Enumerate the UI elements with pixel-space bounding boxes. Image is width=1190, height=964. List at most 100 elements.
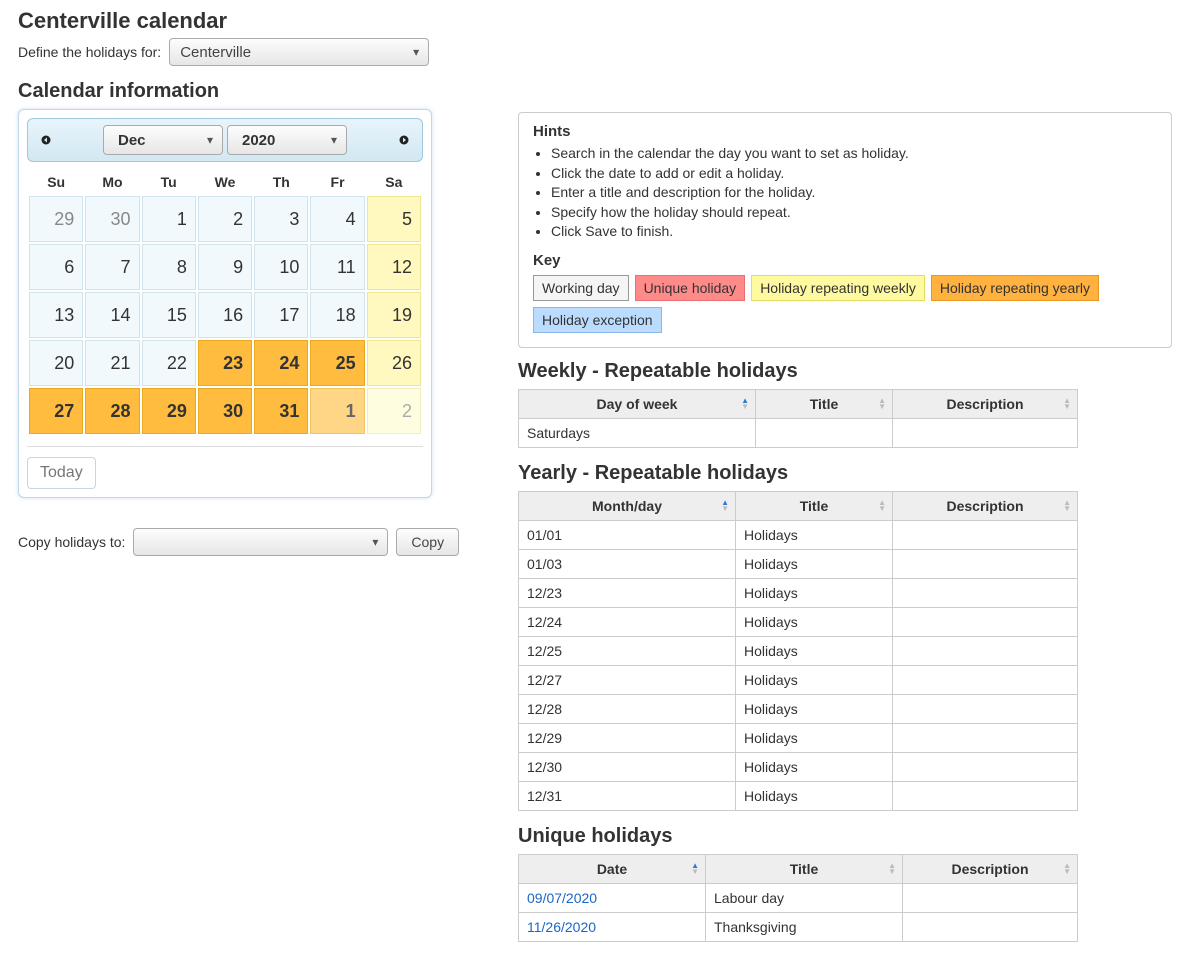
calendar-day-cell[interactable]: 17	[254, 292, 308, 338]
unique-cell-date: 09/07/2020	[519, 883, 706, 912]
yearly-cell-desc	[893, 694, 1078, 723]
unique-col-date[interactable]: Date ▲▼	[519, 854, 706, 883]
calendar-day-cell[interactable]: 14	[85, 292, 139, 338]
yearly-cell-title: Holidays	[736, 607, 893, 636]
table-row[interactable]: 09/07/2020 Labour day	[519, 883, 1078, 912]
yearly-cell-md: 12/25	[519, 636, 736, 665]
yearly-cell-md: 12/27	[519, 665, 736, 694]
calendar-day-cell[interactable]: 22	[142, 340, 196, 386]
calendar-day-cell[interactable]: 26	[367, 340, 421, 386]
table-row[interactable]: 01/01Holidays	[519, 520, 1078, 549]
copy-to-select[interactable]	[133, 528, 388, 556]
unique-col-desc[interactable]: Description ▲▼	[903, 854, 1078, 883]
calendar-day-cell[interactable]: 29	[29, 196, 83, 242]
calendar-day-cell[interactable]: 8	[142, 244, 196, 290]
hints-box: Hints Search in the calendar the day you…	[518, 112, 1172, 348]
calendar-day-cell[interactable]: 30	[198, 388, 252, 434]
hints-item: Click the date to add or edit a holiday.	[551, 164, 1157, 184]
table-row[interactable]: 12/23Holidays	[519, 578, 1078, 607]
hints-title: Hints	[533, 123, 1157, 140]
hints-item: Click Save to finish.	[551, 222, 1157, 242]
yearly-cell-md: 01/01	[519, 520, 736, 549]
calendar-day-cell[interactable]: 4	[310, 196, 364, 242]
calendar-day-cell[interactable]: 28	[85, 388, 139, 434]
yearly-col-md[interactable]: Month/day ▲▼	[519, 491, 736, 520]
unique-col-title[interactable]: Title ▲▼	[706, 854, 903, 883]
key-unique-holiday: Unique holiday	[635, 275, 746, 301]
calendar-day-cell[interactable]: 3	[254, 196, 308, 242]
table-row[interactable]: 12/30Holidays	[519, 752, 1078, 781]
calendar-day-cell[interactable]: 6	[29, 244, 83, 290]
yearly-col-title[interactable]: Title ▲▼	[736, 491, 893, 520]
calendar-day-cell[interactable]: 16	[198, 292, 252, 338]
yearly-cell-md: 12/30	[519, 752, 736, 781]
calendar-day-cell[interactable]: 27	[29, 388, 83, 434]
calendar-day-cell[interactable]: 20	[29, 340, 83, 386]
yearly-cell-desc	[893, 781, 1078, 810]
calendar-day-cell[interactable]: 7	[85, 244, 139, 290]
calendar-month-select[interactable]: Dec	[103, 125, 223, 155]
calendar-day-cell[interactable]: 15	[142, 292, 196, 338]
weekly-cell-desc	[893, 418, 1078, 447]
yearly-table: Month/day ▲▼ Title ▲▼ Description ▲▼ 01/…	[518, 491, 1078, 811]
calendar-day-cell[interactable]: 2	[198, 196, 252, 242]
table-row[interactable]: 11/26/2020Thanksgiving	[519, 912, 1078, 941]
hints-item: Specify how the holiday should repeat.	[551, 203, 1157, 223]
calendar-next-button[interactable]	[394, 130, 414, 150]
calendar-day-cell[interactable]: 19	[367, 292, 421, 338]
table-row[interactable]: 12/27Holidays	[519, 665, 1078, 694]
calendar-weekday-header: Su	[29, 170, 83, 194]
calendar-day-cell[interactable]: 10	[254, 244, 308, 290]
calendar-day-cell[interactable]: 24	[254, 340, 308, 386]
key-working-day: Working day	[533, 275, 629, 301]
calendar-day-cell[interactable]: 23	[198, 340, 252, 386]
calendar-day-cell[interactable]: 1	[310, 388, 364, 434]
calendar-prev-button[interactable]	[36, 130, 56, 150]
table-row[interactable]: 12/31Holidays	[519, 781, 1078, 810]
chevron-left-icon	[41, 135, 51, 145]
calendar-weekday-header: Mo	[85, 170, 139, 194]
calendar-day-cell[interactable]: 29	[142, 388, 196, 434]
yearly-cell-desc	[893, 723, 1078, 752]
copy-to-label: Copy holidays to:	[18, 534, 125, 550]
key-holiday-exception: Holiday exception	[533, 307, 662, 333]
weekly-col-title[interactable]: Title ▲▼	[756, 389, 893, 418]
table-row[interactable]: 12/29Holidays	[519, 723, 1078, 752]
page-title: Centerville calendar	[18, 8, 1172, 34]
calendar-day-cell[interactable]: 12	[367, 244, 421, 290]
unique-cell-title: Labour day	[706, 883, 903, 912]
define-for-select[interactable]: Centerville	[169, 38, 429, 66]
calendar-day-cell[interactable]: 30	[85, 196, 139, 242]
calendar-day-cell[interactable]: 25	[310, 340, 364, 386]
weekly-col-desc[interactable]: Description ▲▼	[893, 389, 1078, 418]
weekly-title: Weekly - Repeatable holidays	[518, 360, 1172, 383]
copy-button[interactable]: Copy	[396, 528, 459, 556]
table-row[interactable]: 12/24Holidays	[519, 607, 1078, 636]
hints-item: Enter a title and description for the ho…	[551, 183, 1157, 203]
yearly-cell-title: Holidays	[736, 694, 893, 723]
yearly-cell-desc	[893, 520, 1078, 549]
calendar-year-select[interactable]: 2020	[227, 125, 347, 155]
weekly-col-dow[interactable]: Day of week ▲▼	[519, 389, 756, 418]
calendar-day-cell[interactable]: 21	[85, 340, 139, 386]
calendar-day-cell[interactable]: 13	[29, 292, 83, 338]
calendar-today-button[interactable]: Today	[27, 457, 96, 489]
calendar-day-cell[interactable]: 2	[367, 388, 421, 434]
calendar-day-cell[interactable]: 5	[367, 196, 421, 242]
unique-date-link[interactable]: 09/07/2020	[527, 890, 597, 906]
table-row[interactable]: 12/28Holidays	[519, 694, 1078, 723]
unique-title: Unique holidays	[518, 825, 1172, 848]
yearly-col-desc[interactable]: Description ▲▼	[893, 491, 1078, 520]
unique-cell-title: Thanksgiving	[706, 912, 903, 941]
calendar-day-cell[interactable]: 1	[142, 196, 196, 242]
calendar-day-cell[interactable]: 18	[310, 292, 364, 338]
yearly-cell-title: Holidays	[736, 665, 893, 694]
calendar-day-cell[interactable]: 9	[198, 244, 252, 290]
table-row[interactable]: 12/25Holidays	[519, 636, 1078, 665]
table-row[interactable]: 01/03Holidays	[519, 549, 1078, 578]
calendar-day-cell[interactable]: 11	[310, 244, 364, 290]
calendar-day-cell[interactable]: 31	[254, 388, 308, 434]
table-row[interactable]: Saturdays	[519, 418, 1078, 447]
calendar-weekday-header: Tu	[142, 170, 196, 194]
yearly-cell-md: 12/24	[519, 607, 736, 636]
